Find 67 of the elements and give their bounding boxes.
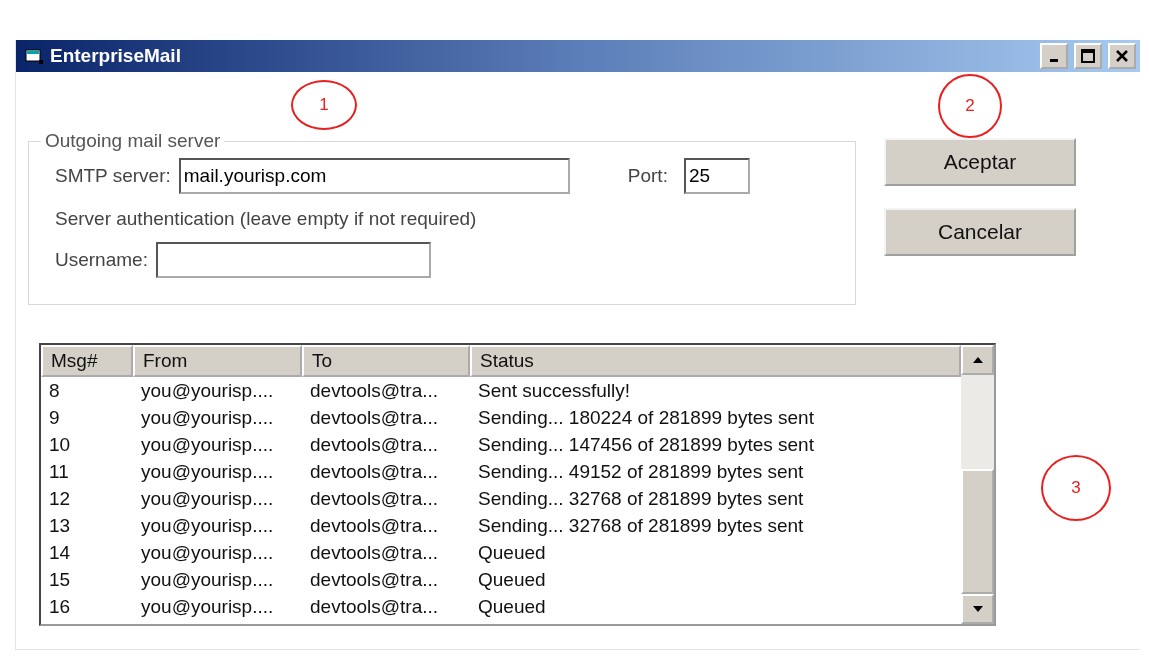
scroll-down-button[interactable] bbox=[961, 594, 994, 624]
table-cell-text: Sent successfully! bbox=[477, 379, 632, 402]
cancel-button[interactable]: Cancelar bbox=[884, 208, 1076, 256]
table-cell-text: Sending... 180224 of 281899 bytes sent bbox=[477, 406, 815, 429]
table-cell-text: devtools@tra... bbox=[309, 595, 440, 618]
table-cell-text: you@yourisp.... bbox=[140, 379, 275, 402]
column-header[interactable]: From bbox=[133, 345, 302, 377]
username-label: Username: bbox=[55, 249, 148, 271]
table-cell-text: you@yourisp.... bbox=[140, 487, 275, 510]
table-cell-text: 8 bbox=[48, 379, 61, 402]
table-cell-text: you@yourisp.... bbox=[140, 595, 275, 618]
callout-number: 2 bbox=[938, 74, 1002, 138]
column-header[interactable]: Status bbox=[470, 345, 961, 377]
callout-number: 1 bbox=[291, 80, 357, 130]
minimize-icon bbox=[1050, 58, 1058, 62]
table-cell-text: 12 bbox=[48, 487, 72, 510]
maximize-button[interactable] bbox=[1074, 43, 1102, 69]
table-cell-text: devtools@tra... bbox=[309, 487, 440, 510]
table-cell-text: devtools@tra... bbox=[309, 406, 440, 429]
username-field[interactable] bbox=[155, 242, 431, 278]
close-button[interactable] bbox=[1108, 43, 1136, 69]
accept-button[interactable]: Aceptar bbox=[884, 138, 1076, 186]
column-header[interactable]: To bbox=[302, 345, 470, 377]
callout-number: 3 bbox=[1041, 455, 1111, 521]
table-cell-text: Queued bbox=[477, 568, 547, 591]
table-cell-text: 11 bbox=[48, 460, 70, 483]
table-cell-text: devtools@tra... bbox=[309, 514, 440, 537]
table-cell-text: 16 bbox=[48, 595, 72, 618]
up-arrow-icon bbox=[971, 356, 984, 364]
port-field[interactable]: 25 bbox=[683, 158, 750, 194]
table-cell-text: you@yourisp.... bbox=[140, 433, 275, 456]
smtp-server-field[interactable]: mail.yourisp.com bbox=[178, 158, 570, 194]
table-cell-text: you@yourisp.... bbox=[140, 514, 275, 537]
down-arrow-icon bbox=[971, 605, 984, 613]
scroll-up-button[interactable] bbox=[961, 345, 994, 375]
auth-note: Server authentication (leave empty if not required) bbox=[55, 208, 478, 230]
maximize-icon bbox=[1081, 49, 1095, 63]
table-cell-text: devtools@tra... bbox=[309, 541, 440, 564]
smtp-label: SMTP server: bbox=[55, 165, 171, 187]
table-cell-text: Queued bbox=[477, 541, 547, 564]
table-cell-text: Sending... 32768 of 281899 bytes sent bbox=[477, 514, 805, 537]
port-label: Port: bbox=[627, 165, 668, 187]
table-cell-text: 14 bbox=[48, 541, 72, 564]
table-cell-text: you@yourisp.... bbox=[140, 568, 275, 591]
table-cell-text: devtools@tra... bbox=[309, 568, 440, 591]
scrollbar[interactable] bbox=[961, 345, 994, 624]
group-legend: Outgoing mail server bbox=[41, 130, 225, 152]
table-cell-text: Queued bbox=[477, 595, 547, 618]
table-cell-text: you@yourisp.... bbox=[140, 541, 275, 564]
table-cell-text: devtools@tra... bbox=[309, 379, 440, 402]
table-cell-text: 9 bbox=[48, 406, 61, 429]
table-cell-text: 10 bbox=[48, 433, 72, 456]
scroll-thumb[interactable] bbox=[961, 469, 994, 594]
table-cell-text: 13 bbox=[48, 514, 72, 537]
table-cell-text: you@yourisp.... bbox=[140, 460, 275, 483]
column-header[interactable]: Msg# bbox=[41, 345, 133, 377]
table-cell-text: you@yourisp.... bbox=[140, 406, 275, 429]
app-icon bbox=[24, 47, 44, 65]
table-cell-text: Sending... 32768 of 281899 bytes sent bbox=[477, 487, 805, 510]
table-cell-text: Sending... 147456 of 281899 bytes sent bbox=[477, 433, 815, 456]
table-cell-text: Sending... 49152 of 281899 bytes sent bbox=[477, 460, 805, 483]
window-title: EnterpriseMail bbox=[50, 45, 182, 67]
table-cell-text: devtools@tra... bbox=[309, 460, 440, 483]
table-cell-text: devtools@tra... bbox=[309, 433, 440, 456]
close-icon bbox=[1115, 49, 1129, 63]
minimize-button[interactable] bbox=[1040, 43, 1068, 69]
table-cell-text: 15 bbox=[48, 568, 72, 591]
